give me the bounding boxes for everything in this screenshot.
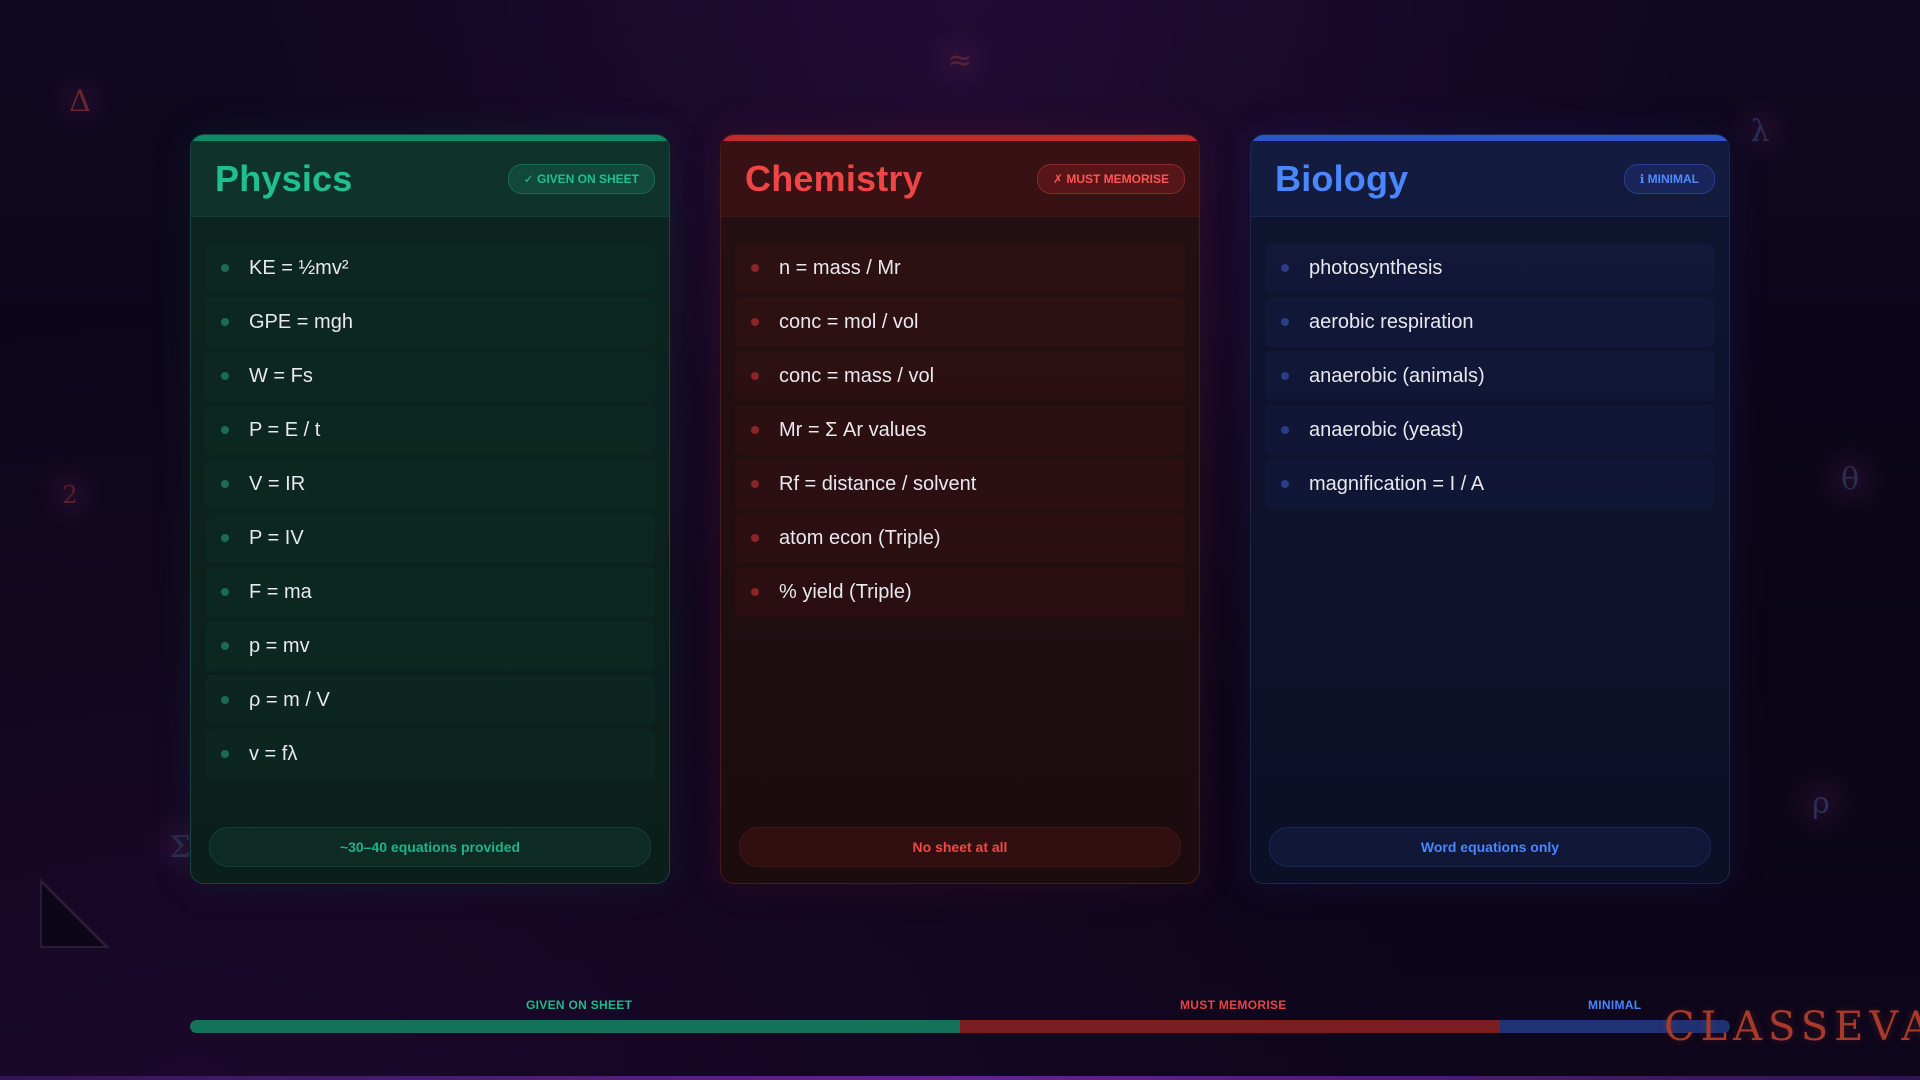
bullet-dot-icon: [751, 372, 759, 380]
equation-text: p = mv: [249, 634, 310, 657]
legend-label-given: GIVEN ON SHEET: [526, 998, 633, 1012]
physics-card: Physics ✓ GIVEN ON SHEET KE = ½mv² GPE =…: [190, 134, 670, 884]
approx-symbol-icon: ≈: [925, 25, 995, 95]
bullet-dot-icon: [221, 264, 229, 272]
equation-text: P = E / t: [249, 418, 321, 441]
equation-text: GPE = mgh: [249, 310, 353, 333]
equation-text: conc = mol / vol: [779, 310, 919, 333]
chemistry-card: Chemistry ✗ MUST MEMORISE n = mass / Mr …: [720, 134, 1200, 884]
equation-text: F = ma: [249, 580, 312, 603]
legend-bar-given: [190, 1020, 960, 1033]
equation-text: W = Fs: [249, 364, 313, 387]
equation-text: Mr = Σ Ar values: [779, 418, 927, 441]
bullet-dot-icon: [751, 534, 759, 542]
equation-item: anaerobic (yeast): [1265, 405, 1715, 455]
bullet-dot-icon: [1281, 318, 1289, 326]
chemistry-equation-list: n = mass / Mr conc = mol / vol conc = ma…: [735, 243, 1185, 621]
equation-item: KE = ½mv²: [205, 243, 655, 293]
bullet-dot-icon: [221, 480, 229, 488]
equation-item: ρ = m / V: [205, 675, 655, 725]
bullet-dot-icon: [221, 426, 229, 434]
equation-text: % yield (Triple): [779, 580, 912, 603]
equation-text: n = mass / Mr: [779, 256, 901, 279]
theta-symbol-icon: θ: [1815, 444, 1885, 514]
equation-item: F = ma: [205, 567, 655, 617]
bullet-dot-icon: [1281, 372, 1289, 380]
equation-item: p = mv: [205, 621, 655, 671]
equation-item: magnification = I / A: [1265, 459, 1715, 509]
physics-status-badge: ✓ GIVEN ON SHEET: [507, 163, 655, 194]
equation-text: ρ = m / V: [249, 688, 330, 711]
equation-item: atom econ (Triple): [735, 513, 1185, 563]
biology-card-header: Biology ℹ MINIMAL: [1251, 141, 1729, 217]
bullet-dot-icon: [1281, 480, 1289, 488]
chemistry-card-header: Chemistry ✗ MUST MEMORISE: [721, 141, 1199, 217]
physics-equation-list: KE = ½mv² GPE = mgh W = Fs P = E / t V =…: [205, 243, 655, 783]
bullet-dot-icon: [751, 318, 759, 326]
chemistry-footer-note: No sheet at all: [739, 827, 1181, 867]
equation-item: conc = mol / vol: [735, 297, 1185, 347]
equation-item: P = E / t: [205, 405, 655, 455]
equation-item: GPE = mgh: [205, 297, 655, 347]
chemistry-title: Chemistry: [745, 157, 923, 199]
rho-symbol-icon: ρ: [1786, 768, 1856, 838]
bullet-dot-icon: [751, 588, 759, 596]
lambda-symbol-icon: λ: [1725, 96, 1795, 166]
equation-item: % yield (Triple): [735, 567, 1185, 617]
equation-item: Mr = Σ Ar values: [735, 405, 1185, 455]
bullet-dot-icon: [221, 534, 229, 542]
two-symbol-icon: 2: [35, 460, 105, 530]
bullet-dot-icon: [221, 696, 229, 704]
equation-text: Rf = distance / solvent: [779, 472, 977, 495]
biology-card: Biology ℹ MINIMAL photosynthesis aerobic…: [1250, 134, 1730, 884]
physics-card-header: Physics ✓ GIVEN ON SHEET: [191, 141, 669, 217]
equation-item: n = mass / Mr: [735, 243, 1185, 293]
equation-item: W = Fs: [205, 351, 655, 401]
equation-text: aerobic respiration: [1309, 310, 1474, 333]
delta-symbol-icon: Δ: [45, 66, 115, 136]
bullet-dot-icon: [221, 750, 229, 758]
equation-text: v = fλ: [249, 742, 298, 765]
bullet-dot-icon: [751, 426, 759, 434]
legend-bar-memorise: [960, 1020, 1500, 1033]
bullet-dot-icon: [1281, 426, 1289, 434]
legend-label-minimal: MINIMAL: [1588, 998, 1642, 1012]
equation-text: conc = mass / vol: [779, 364, 935, 387]
physics-title: Physics: [215, 157, 353, 199]
bullet-dot-icon: [751, 264, 759, 272]
equation-item: anaerobic (animals): [1265, 351, 1715, 401]
bottom-glow-line: [0, 1076, 1920, 1080]
equation-text: KE = ½mv²: [249, 256, 349, 279]
bullet-dot-icon: [751, 480, 759, 488]
legend-label-memorise: MUST MEMORISE: [1180, 998, 1287, 1012]
bullet-dot-icon: [221, 372, 229, 380]
biology-footer-note: Word equations only: [1269, 827, 1711, 867]
chemistry-status-badge: ✗ MUST MEMORISE: [1036, 163, 1185, 194]
equation-text: atom econ (Triple): [779, 526, 941, 549]
equation-item: conc = mass / vol: [735, 351, 1185, 401]
bullet-dot-icon: [1281, 264, 1289, 272]
bullet-dot-icon: [221, 642, 229, 650]
equation-text: magnification = I / A: [1309, 472, 1485, 495]
equation-text: P = IV: [249, 526, 304, 549]
equation-text: photosynthesis: [1309, 256, 1443, 279]
equation-text: anaerobic (animals): [1309, 364, 1485, 387]
biology-equation-list: photosynthesis aerobic respiration anaer…: [1265, 243, 1715, 513]
equation-text: anaerobic (yeast): [1309, 418, 1464, 441]
equation-item: V = IR: [205, 459, 655, 509]
physics-footer-note: ~30–40 equations provided: [209, 827, 651, 867]
slide: Δ ≈ λ 2 θ Σ ρ Physics ✓ GIVEN ON SHEET K…: [0, 0, 1920, 1080]
bullet-dot-icon: [221, 588, 229, 596]
equation-item: v = fλ: [205, 729, 655, 779]
bullet-dot-icon: [221, 318, 229, 326]
biology-title: Biology: [1275, 157, 1409, 199]
biology-status-badge: ℹ MINIMAL: [1623, 163, 1715, 194]
equation-text: V = IR: [249, 472, 306, 495]
brand-logo: CLASSEVA: [1664, 1004, 1920, 1050]
equation-item: Rf = distance / solvent: [735, 459, 1185, 509]
equation-item: photosynthesis: [1265, 243, 1715, 293]
equation-item: aerobic respiration: [1265, 297, 1715, 347]
equation-item: P = IV: [205, 513, 655, 563]
